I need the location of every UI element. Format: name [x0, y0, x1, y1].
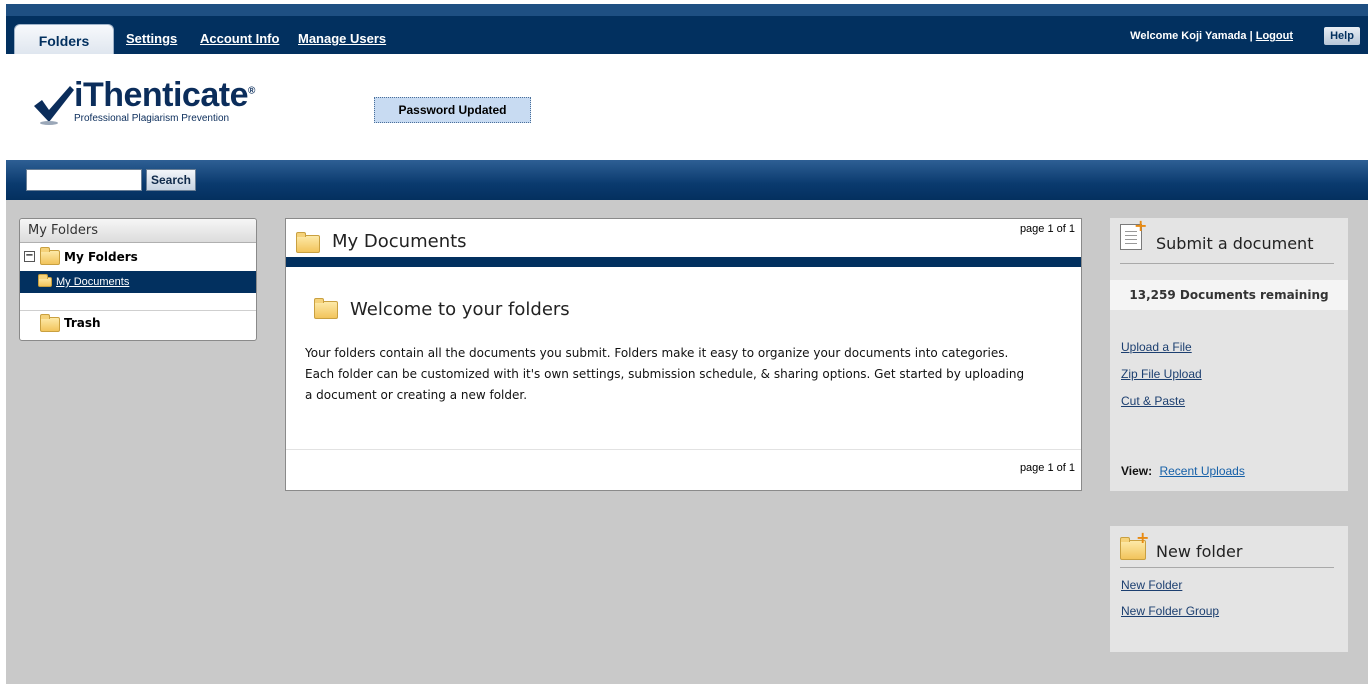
- new-folder-panel: + New folder New Folder New Folder Group: [1110, 526, 1348, 652]
- zip-upload-link[interactable]: Zip File Upload: [1121, 367, 1202, 381]
- documents-footer: page 1 of 1: [286, 449, 1081, 491]
- app-frame: Folders Settings Account Info Manage Use…: [6, 4, 1368, 684]
- flash-message: Password Updated: [374, 97, 531, 123]
- recent-uploads-link[interactable]: Recent Uploads: [1159, 464, 1244, 478]
- folder-tree-title: My Folders: [20, 219, 256, 243]
- logo-wordmark: iThenticate®: [74, 76, 255, 114]
- plus-icon: +: [1134, 216, 1148, 235]
- plus-icon: +: [1136, 528, 1150, 547]
- welcome-heading: Welcome to your folders: [350, 299, 570, 320]
- cut-paste-link[interactable]: Cut & Paste: [1121, 394, 1185, 408]
- folder-icon: [314, 298, 338, 319]
- new-folder-link[interactable]: New Folder: [1121, 578, 1182, 592]
- open-folder-icon: [38, 274, 52, 287]
- documents-panel: My Documents page 1 of 1 Welcome to your…: [285, 218, 1082, 491]
- welcome-text: Welcome Koji Yamada: [1130, 30, 1247, 42]
- sidebar-item-my-documents[interactable]: My Documents: [20, 271, 256, 293]
- header: iThenticate® Professional Plagiarism Pre…: [6, 54, 1368, 160]
- top-nav: Folders Settings Account Info Manage Use…: [6, 4, 1368, 54]
- welcome-body: Your folders contain all the documents y…: [305, 343, 1065, 406]
- nav-stripe: [6, 4, 1368, 16]
- folder-icon: [40, 314, 60, 332]
- new-folder-header: + New folder: [1120, 526, 1334, 568]
- search-input[interactable]: [26, 169, 142, 191]
- pager-top: page 1 of 1: [1019, 223, 1075, 235]
- help-button[interactable]: Help: [1324, 27, 1360, 45]
- new-folder-title: New folder: [1156, 542, 1243, 561]
- welcome-separator: |: [1249, 30, 1253, 42]
- sidebar-item-trash[interactable]: Trash: [20, 310, 256, 334]
- tab-settings[interactable]: Settings: [126, 31, 177, 46]
- new-folder-group-link[interactable]: New Folder Group: [1121, 604, 1219, 618]
- tab-account-info[interactable]: Account Info: [200, 31, 279, 46]
- welcome-line: a document or creating a new folder.: [305, 388, 528, 402]
- search-button[interactable]: Search: [146, 169, 196, 191]
- documents-remaining: 13,259 Documents remaining: [1110, 280, 1348, 310]
- logo-tagline: Professional Plagiarism Prevention: [74, 113, 230, 124]
- header-divider: [286, 257, 1081, 267]
- folder-group-label: My Folders: [64, 250, 138, 264]
- view-row: View: Recent Uploads: [1121, 464, 1245, 478]
- folder-icon: [296, 232, 320, 253]
- sidebar-item-label: My Documents: [56, 276, 130, 288]
- welcome-line: Each folder can be customized with it's …: [305, 367, 1025, 381]
- folder-tree-panel: My Folders − My Folders My Documents Tra…: [19, 218, 257, 341]
- sidebar-item-label: Trash: [64, 316, 101, 330]
- view-label: View:: [1121, 464, 1153, 478]
- page-title: My Documents: [332, 231, 467, 252]
- pager-bottom: page 1 of 1: [1019, 462, 1075, 474]
- welcome-area: Welcome Koji Yamada | Logout: [1130, 30, 1293, 42]
- tab-folders[interactable]: Folders: [14, 24, 114, 54]
- logout-link[interactable]: Logout: [1256, 30, 1293, 42]
- tab-manage-users[interactable]: Manage Users: [298, 31, 386, 46]
- collapse-icon[interactable]: −: [24, 251, 35, 262]
- submit-title: Submit a document: [1156, 234, 1314, 253]
- search-bar: Search: [6, 160, 1368, 200]
- documents-header: My Documents page 1 of 1: [286, 219, 1081, 257]
- submit-panel: + Submit a document 13,259 Documents rem…: [1110, 216, 1348, 491]
- submit-header: + Submit a document: [1120, 216, 1334, 264]
- folder-group-my-folders[interactable]: − My Folders: [20, 245, 256, 269]
- upload-file-link[interactable]: Upload a File: [1121, 340, 1192, 354]
- folder-icon: [40, 247, 60, 265]
- welcome-line: Your folders contain all the documents y…: [305, 346, 1009, 360]
- checkmark-logo-icon: [34, 86, 74, 125]
